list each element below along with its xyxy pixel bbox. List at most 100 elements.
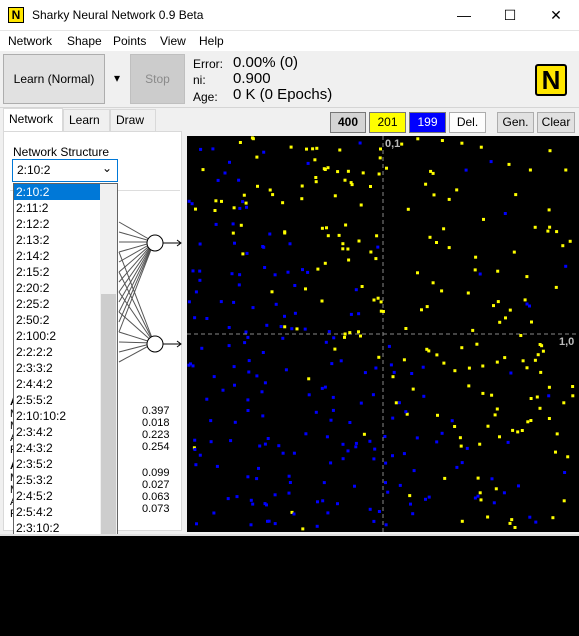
- title-bar: N Sharky Neural Network 0.9 Beta — ☐ ✕: [0, 0, 579, 31]
- menu-points[interactable]: Points: [113, 34, 146, 48]
- learn-button[interactable]: Learn (Normal): [3, 54, 105, 104]
- blue-point: [374, 366, 378, 370]
- error-label: Error:: [193, 57, 223, 71]
- blue-point: [199, 147, 203, 151]
- blue-point: [325, 435, 329, 439]
- close-button[interactable]: ✕: [533, 0, 579, 31]
- yellow-point: [431, 171, 435, 175]
- network-structure-select[interactable]: 2:10:2 ⌄: [12, 159, 118, 182]
- stats-group1-value-3: 0.223: [142, 429, 170, 441]
- blue-point: [209, 419, 213, 423]
- menu-help[interactable]: Help: [199, 34, 224, 48]
- dropdown-option[interactable]: 2:50:2: [14, 312, 101, 328]
- points-canvas[interactable]: 0,1 1,0: [187, 136, 579, 532]
- clear-points-button[interactable]: Clear: [537, 112, 575, 133]
- menu-shape[interactable]: Shape: [67, 34, 102, 48]
- dropdown-option[interactable]: 2:4:5:2: [14, 488, 101, 504]
- blue-point: [509, 371, 513, 375]
- stop-button[interactable]: Stop: [130, 54, 185, 104]
- dropdown-option[interactable]: 2:20:2: [14, 280, 101, 296]
- yellow-point: [478, 491, 482, 495]
- stats-group2-value-1: 0.099: [142, 467, 170, 479]
- yellow-point: [467, 366, 471, 370]
- minimize-button[interactable]: —: [441, 0, 487, 31]
- blue-point: [387, 344, 391, 348]
- yellow-point: [343, 335, 346, 339]
- yellow-point: [460, 346, 464, 350]
- yellow-point: [239, 223, 243, 227]
- blue-point: [195, 522, 198, 526]
- blue-point: [411, 512, 415, 516]
- blue-point: [205, 397, 209, 401]
- dropdown-option[interactable]: 2:4:3:2: [14, 440, 101, 456]
- yellow-point: [548, 149, 552, 153]
- blue-point: [386, 490, 390, 494]
- menu-view[interactable]: View: [160, 34, 186, 48]
- blue-point: [376, 245, 380, 249]
- yellow-point: [379, 300, 383, 304]
- blue-point: [238, 273, 242, 277]
- dropdown-option[interactable]: 2:14:2: [14, 248, 101, 264]
- blue-points-count[interactable]: 199: [409, 112, 446, 133]
- total-points-count[interactable]: 400: [330, 112, 366, 133]
- yellow-point: [443, 476, 447, 480]
- yellow-point: [213, 209, 217, 212]
- yellow-point: [493, 413, 497, 417]
- tab-network[interactable]: Network: [3, 108, 63, 132]
- yellow-point: [323, 261, 327, 265]
- dropdown-option[interactable]: 2:13:2: [14, 232, 101, 248]
- output-neuron-1: [146, 234, 164, 252]
- menu-network[interactable]: Network: [8, 34, 52, 48]
- blue-point: [227, 326, 231, 329]
- points-plot[interactable]: 0,1 1,0: [187, 136, 579, 532]
- dropdown-option[interactable]: 2:3:5:2: [14, 456, 101, 472]
- dropdown-option[interactable]: 2:15:2: [14, 264, 101, 280]
- blue-point: [329, 461, 333, 465]
- dropdown-option[interactable]: 2:3:3:2: [14, 360, 101, 376]
- blue-point: [384, 461, 388, 465]
- dropdown-option[interactable]: 2:25:2: [14, 296, 101, 312]
- blue-point: [190, 202, 194, 206]
- delete-points-button[interactable]: Del.: [449, 112, 486, 133]
- dropdown-option[interactable]: 2:4:4:2: [14, 376, 101, 392]
- yellow-point: [571, 385, 575, 388]
- blue-point: [198, 269, 202, 273]
- tab-learn[interactable]: Learn: [63, 109, 110, 131]
- learn-mode-dropdown-icon[interactable]: ▾: [106, 54, 128, 104]
- yellow-point: [496, 300, 500, 304]
- dropdown-option[interactable]: 2:11:2: [14, 200, 101, 216]
- blue-point: [245, 205, 248, 209]
- yellow-point: [523, 298, 527, 302]
- blue-point: [258, 444, 262, 448]
- dropdown-option[interactable]: 2:12:2: [14, 216, 101, 232]
- maximize-button[interactable]: ☐: [487, 0, 533, 31]
- yellow-point: [548, 225, 552, 229]
- yellow-point: [320, 226, 324, 230]
- blue-point: [336, 502, 339, 506]
- blue-point: [245, 251, 249, 255]
- dropdown-option[interactable]: 2:2:2:2: [14, 344, 101, 360]
- yellow-point: [361, 171, 365, 175]
- axis-label-top: 0,1: [385, 138, 400, 150]
- tab-draw[interactable]: Draw: [110, 109, 156, 131]
- blue-point: [489, 160, 493, 164]
- dropdown-option[interactable]: 2:5:4:2: [14, 504, 101, 520]
- dropdown-option[interactable]: 2:10:10:2: [14, 408, 101, 424]
- dropdown-option[interactable]: 2:5:3:2: [14, 472, 101, 488]
- window-title: Sharky Neural Network 0.9 Beta: [32, 8, 204, 22]
- dropdown-option[interactable]: 2:5:5:2: [14, 392, 101, 408]
- yellow-point: [270, 290, 274, 294]
- blue-point: [303, 327, 307, 331]
- blue-point: [198, 453, 202, 457]
- generate-points-button[interactable]: Gen.: [497, 112, 534, 133]
- yellow-points-count[interactable]: 201: [369, 112, 406, 133]
- stats-group2-value-3: 0.063: [142, 491, 170, 503]
- dropdown-option[interactable]: 2:3:4:2: [14, 424, 101, 440]
- dropdown-option[interactable]: 2:100:2: [14, 328, 101, 344]
- dropdown-option[interactable]: 2:10:2: [14, 184, 101, 200]
- blue-point: [198, 242, 202, 246]
- yellow-point: [307, 377, 311, 381]
- blue-point: [306, 161, 310, 165]
- blue-point: [349, 312, 353, 316]
- yellow-point: [555, 230, 559, 234]
